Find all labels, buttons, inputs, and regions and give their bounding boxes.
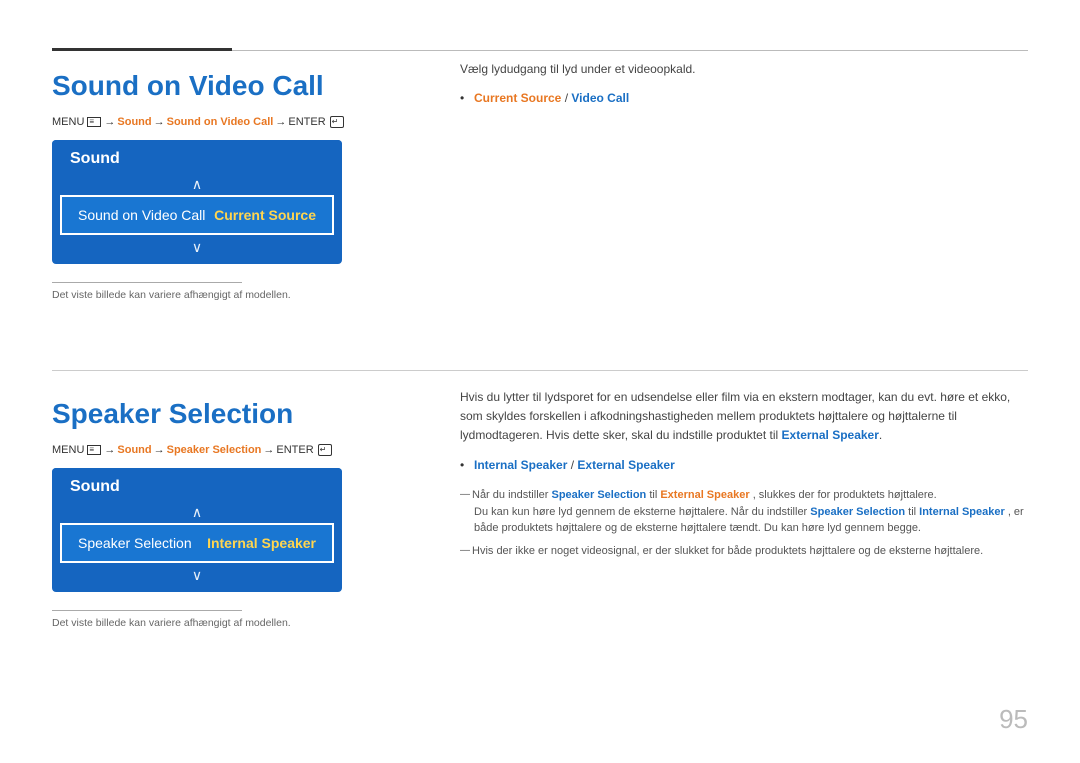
bullet2-sep: / — [567, 458, 577, 472]
bullet1-sep: / — [561, 91, 571, 105]
panel2-chevron-down[interactable]: ∨ — [52, 563, 342, 592]
note1-mid: til — [649, 489, 657, 501]
section-divider — [52, 370, 1028, 371]
panel2-row-value: Internal Speaker — [207, 535, 316, 551]
note1-end: , slukkes der for produktets højttalere. — [753, 489, 937, 501]
note2a-b: Speaker Selection — [810, 506, 905, 518]
arrow1: → — [104, 116, 115, 128]
menu2-item-sound: Sound — [117, 444, 151, 456]
section1-desc: Vælg lydudgang til lyd under et videoopk… — [460, 60, 1028, 79]
note3-text: Hvis der ikke er noget videosignal, er d… — [472, 545, 983, 557]
section2-left: Speaker Selection MENU → Sound → Speaker… — [52, 388, 422, 629]
panel2-row-label: Speaker Selection — [78, 535, 192, 551]
note2a-b2: Internal Speaker — [919, 506, 1005, 518]
section1-bullets: Current Source / Video Call — [460, 89, 1028, 108]
bullet1-label2: Video Call — [571, 91, 629, 105]
bullet1-label1: Current Source — [474, 91, 561, 105]
section2-notes: Når du indstiller Speaker Selection til … — [460, 487, 1028, 560]
top-rule-main — [232, 50, 1028, 51]
section2-desc-text: Hvis du lytter til lydsporet for en udse… — [460, 390, 1010, 442]
menu-item-enter: ENTER — [288, 116, 325, 128]
panel1-row-value: Current Source — [214, 207, 316, 223]
note2a-mid: til — [908, 506, 916, 518]
section1-panel: Sound ∧ Sound on Video Call Current Sour… — [52, 140, 342, 264]
enter2-icon — [318, 444, 332, 456]
section1-title: Sound on Video Call — [52, 70, 422, 102]
panel1-header: Sound — [52, 140, 342, 174]
menu2-item-enter: ENTER — [276, 444, 313, 456]
section2-bullets: Internal Speaker / External Speaker — [460, 456, 1028, 475]
bullet2-label1: Internal Speaker — [474, 458, 567, 472]
enter-icon — [330, 116, 344, 128]
panel1-chevron-up[interactable]: ∧ — [52, 174, 342, 195]
panel2-row[interactable]: Speaker Selection Internal Speaker — [60, 523, 334, 563]
arrow2: → — [154, 116, 165, 128]
section2-menu-path: MENU → Sound → Speaker Selection → ENTER — [52, 444, 422, 456]
note1: Når du indstiller Speaker Selection til … — [460, 487, 1028, 504]
panel1-row[interactable]: Sound on Video Call Current Source — [60, 195, 334, 235]
caption2-rule — [52, 610, 242, 611]
panel2-chevron-up[interactable]: ∧ — [52, 502, 342, 523]
arrow23: → — [263, 444, 274, 456]
menu2-item-ss: Speaker Selection — [167, 444, 262, 456]
menu-item-sovc: Sound on Video Call — [167, 116, 274, 128]
arrow21: → — [104, 444, 115, 456]
menu2-prefix: MENU — [52, 444, 84, 456]
note2a-text: Du kan kun høre lyd gennem de eksterne h… — [474, 506, 807, 518]
caption1-rule — [52, 282, 242, 283]
caption2-text: Det viste billede kan variere afhængigt … — [52, 617, 422, 629]
section2-right: Hvis du lytter til lydsporet for en udse… — [460, 388, 1028, 560]
section2-bullet1: Internal Speaker / External Speaker — [460, 456, 1028, 475]
top-rule-accent — [52, 48, 232, 51]
page-number: 95 — [999, 704, 1028, 735]
menu2-icon — [87, 445, 101, 455]
caption1-text: Det viste billede kan variere afhængigt … — [52, 289, 422, 301]
note3: Hvis der ikke er noget videosignal, er d… — [460, 543, 1028, 560]
arrow22: → — [154, 444, 165, 456]
arrow3: → — [275, 116, 286, 128]
page: Sound on Video Call MENU → Sound → Sound… — [0, 0, 1080, 763]
menu-icon — [87, 117, 101, 127]
note1-b2: External Speaker — [660, 489, 749, 501]
section1-menu-path: MENU → Sound → Sound on Video Call → ENT… — [52, 116, 422, 128]
note1-b1: Speaker Selection — [551, 489, 646, 501]
section2-desc-highlight: External Speaker — [782, 428, 879, 442]
bullet2-label2: External Speaker — [577, 458, 674, 472]
note2: Du kan kun høre lyd gennem de eksterne h… — [474, 504, 1028, 537]
panel1-row-label: Sound on Video Call — [78, 207, 205, 223]
section1-bullet1: Current Source / Video Call — [460, 89, 1028, 108]
panel2-header: Sound — [52, 468, 342, 502]
menu-item-sound: Sound — [117, 116, 151, 128]
section2-title: Speaker Selection — [52, 398, 422, 430]
menu-prefix: MENU — [52, 116, 84, 128]
panel1-chevron-down[interactable]: ∨ — [52, 235, 342, 264]
note1-text: Når du indstiller — [472, 489, 548, 501]
section1-left: Sound on Video Call MENU → Sound → Sound… — [52, 60, 422, 301]
section2-desc: Hvis du lytter til lydsporet for en udse… — [460, 388, 1028, 446]
section1-right: Vælg lydudgang til lyd under et videoopk… — [460, 60, 1028, 120]
section2-panel: Sound ∧ Speaker Selection Internal Speak… — [52, 468, 342, 592]
